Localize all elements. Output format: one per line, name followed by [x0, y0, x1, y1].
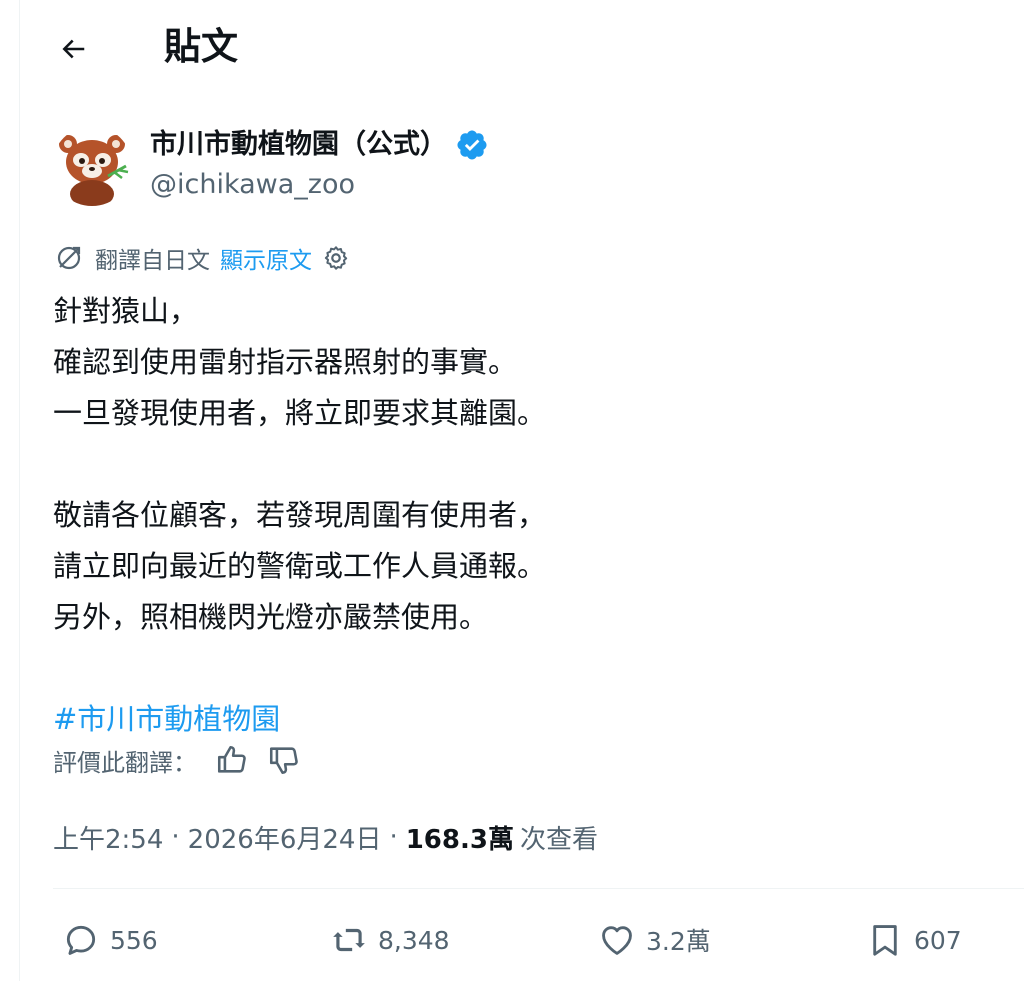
like-button[interactable]: 3.2萬	[598, 918, 711, 962]
tweet-line: 針對猿山，	[53, 294, 199, 328]
bookmark-button[interactable]: 607	[866, 918, 962, 962]
author-handle[interactable]: @ichikawa_zoo	[150, 166, 355, 204]
rate-translation: 評價此翻譯：	[53, 740, 301, 780]
tweet-text: 針對猿山， 確認到使用雷射指示器照射的事實。 一旦發現使用者，將立即要求其離園。…	[53, 286, 983, 745]
tweet-date[interactable]: 2026年6月24日	[188, 819, 382, 856]
thumbs-down-icon[interactable]	[267, 743, 301, 777]
back-button[interactable]	[50, 26, 96, 72]
show-original-link[interactable]: 顯示原文	[220, 241, 312, 275]
meta-separator: ·	[389, 822, 398, 852]
column-border	[19, 0, 20, 981]
author-name-text: 市川市動植物園（公式）	[150, 129, 447, 160]
bookmark-count: 607	[914, 925, 962, 955]
bookmark-icon	[873, 925, 897, 956]
tweet-line: 另外，照相機閃光燈亦嚴禁使用。	[53, 600, 489, 634]
translated-from-label: 翻譯自日文	[95, 248, 210, 274]
hashtag-link[interactable]: #市川市動植物園	[53, 694, 983, 745]
heart-icon	[602, 926, 632, 955]
tweet-time[interactable]: 上午2:54	[53, 819, 163, 856]
author-display-name[interactable]: 市川市動植物園（公式）	[150, 124, 489, 166]
avatar[interactable]	[52, 126, 132, 206]
page-title: 貼文	[164, 25, 238, 68]
views-label: 次查看	[519, 824, 598, 855]
like-count: 3.2萬	[646, 927, 711, 956]
rate-translation-label: 評價此翻譯：	[53, 748, 197, 777]
red-panda-avatar-image	[52, 126, 132, 206]
tweet-meta: 上午2:54 · 2026年6月24日 · 168.3萬 次查看	[53, 816, 598, 858]
tweet-line: 敬請各位顧客，若發現周圍有使用者，	[53, 498, 547, 532]
repost-button[interactable]: 8,348	[330, 918, 450, 962]
repost-count: 8,348	[378, 925, 450, 955]
reply-button[interactable]: 556	[62, 918, 158, 962]
tweet-line: 請立即向最近的警衛或工作人員通報。	[53, 549, 547, 583]
divider	[53, 888, 1024, 889]
thumbs-up-icon[interactable]	[215, 743, 249, 777]
reply-count: 556	[110, 925, 158, 955]
translate-icon	[57, 246, 81, 270]
repost-icon	[333, 928, 365, 952]
arrow-left-icon	[62, 39, 85, 59]
verified-badge-icon[interactable]	[455, 128, 489, 162]
tweet-line: 一旦發現使用者，將立即要求其離園。	[53, 396, 547, 430]
meta-separator: ·	[171, 822, 180, 852]
reply-icon	[66, 925, 96, 955]
views-count: 168.3萬	[405, 824, 514, 855]
tweet-line: 確認到使用雷射指示器照射的事實。	[53, 345, 518, 379]
gear-icon[interactable]	[322, 244, 350, 272]
post-page: 貼文 市川市動植物園（公式） @ichikawa_zoo 翻譯自日文 顯示原文 …	[0, 0, 1024, 981]
translation-bar: 翻譯自日文 顯示原文	[53, 240, 350, 276]
